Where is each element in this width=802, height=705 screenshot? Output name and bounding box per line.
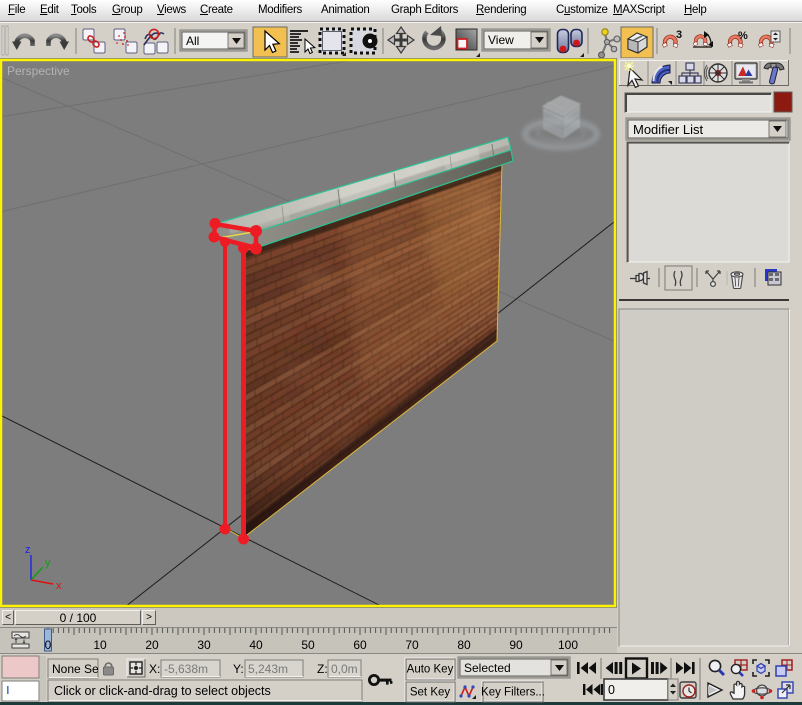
svg-text:0: 0 [45, 638, 52, 652]
svg-text:40: 40 [249, 638, 263, 652]
svg-text:View: View [488, 33, 514, 47]
svg-text:y: y [45, 557, 51, 569]
svg-text:All: All [186, 34, 199, 48]
svg-text:Key Filters...: Key Filters... [481, 687, 545, 699]
svg-text:z: z [25, 544, 31, 556]
svg-text:Y:: Y: [233, 662, 244, 676]
svg-text:Click or click-and-drag to sel: Click or click-and-drag to select object… [54, 684, 271, 698]
svg-text:Auto Key: Auto Key [407, 664, 454, 676]
svg-text:Selected: Selected [464, 661, 511, 675]
svg-text:20: 20 [145, 638, 159, 652]
svg-text:None Se: None Se [52, 662, 99, 676]
svg-text:30: 30 [197, 638, 211, 652]
svg-text:Z:: Z: [317, 662, 328, 676]
svg-text:x: x [56, 580, 62, 592]
svg-text:X:: X: [149, 662, 160, 676]
svg-text:5,243m: 5,243m [248, 662, 288, 676]
svg-text:Set Key: Set Key [410, 687, 451, 699]
svg-text:Modifier List: Modifier List [633, 122, 703, 137]
svg-text:10: 10 [93, 638, 107, 652]
svg-text:90: 90 [509, 638, 523, 652]
svg-text:-5,638m: -5,638m [164, 662, 208, 676]
svg-text:Perspective: Perspective [7, 64, 70, 78]
svg-text:0: 0 [608, 683, 615, 697]
svg-text:60: 60 [353, 638, 367, 652]
svg-text:3: 3 [676, 29, 682, 41]
svg-text:0,0m: 0,0m [331, 662, 358, 676]
svg-text:70: 70 [405, 638, 419, 652]
svg-text:80: 80 [457, 638, 471, 652]
svg-text:100: 100 [558, 638, 578, 652]
svg-text:%: % [738, 30, 748, 42]
svg-text:50: 50 [301, 638, 315, 652]
